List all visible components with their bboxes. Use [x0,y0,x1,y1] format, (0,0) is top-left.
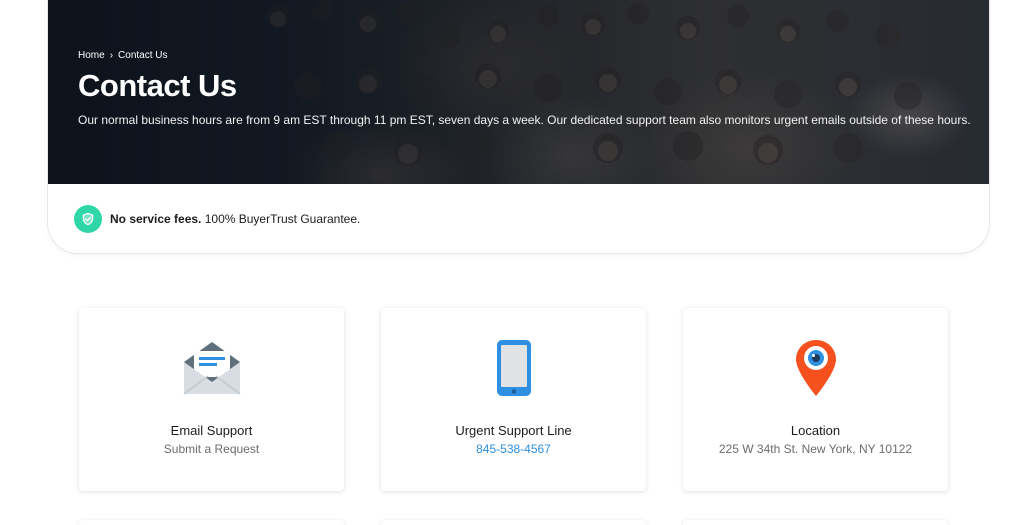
hero-content: Home › Contact Us Contact Us Our normal … [78,50,971,127]
card-email-support[interactable]: Email Support Submit a Request [79,308,344,491]
guarantee-bold: No service fees. [110,212,202,226]
hero-description: Our normal business hours are from 9 am … [78,113,971,127]
card-title: Location [790,423,841,438]
phone-icon [381,338,646,398]
card-next-row [381,520,646,525]
card-next-row [683,520,948,525]
card-title: Email Support [170,423,253,438]
hero-card: Home › Contact Us Contact Us Our normal … [48,0,989,253]
card-urgent-support[interactable]: Urgent Support Line 845-538-4567 [381,308,646,491]
card-title: Urgent Support Line [455,423,572,438]
envelope-icon [79,338,344,398]
card-subtitle: 225 W 34th St. New York, NY 10122 [718,442,913,456]
breadcrumb-separator: › [109,50,114,61]
guarantee-text: No service fees. 100% BuyerTrust Guarant… [110,212,360,226]
card-location[interactable]: Location 225 W 34th St. New York, NY 101… [683,308,948,491]
guarantee-rest: 100% BuyerTrust Guarantee. [201,212,361,226]
phone-link[interactable]: 845-538-4567 [381,442,646,456]
breadcrumb-home[interactable]: Home [78,50,105,61]
breadcrumb: Home › Contact Us [78,50,971,61]
breadcrumb-current: Contact Us [118,50,168,61]
page-title: Contact Us [78,68,237,103]
card-subtitle[interactable]: Submit a Request [79,442,344,456]
guarantee-bar: No service fees. 100% BuyerTrust Guarant… [74,205,360,233]
card-next-row [79,520,344,525]
shield-check-icon [74,205,102,233]
location-pin-icon [683,338,948,398]
